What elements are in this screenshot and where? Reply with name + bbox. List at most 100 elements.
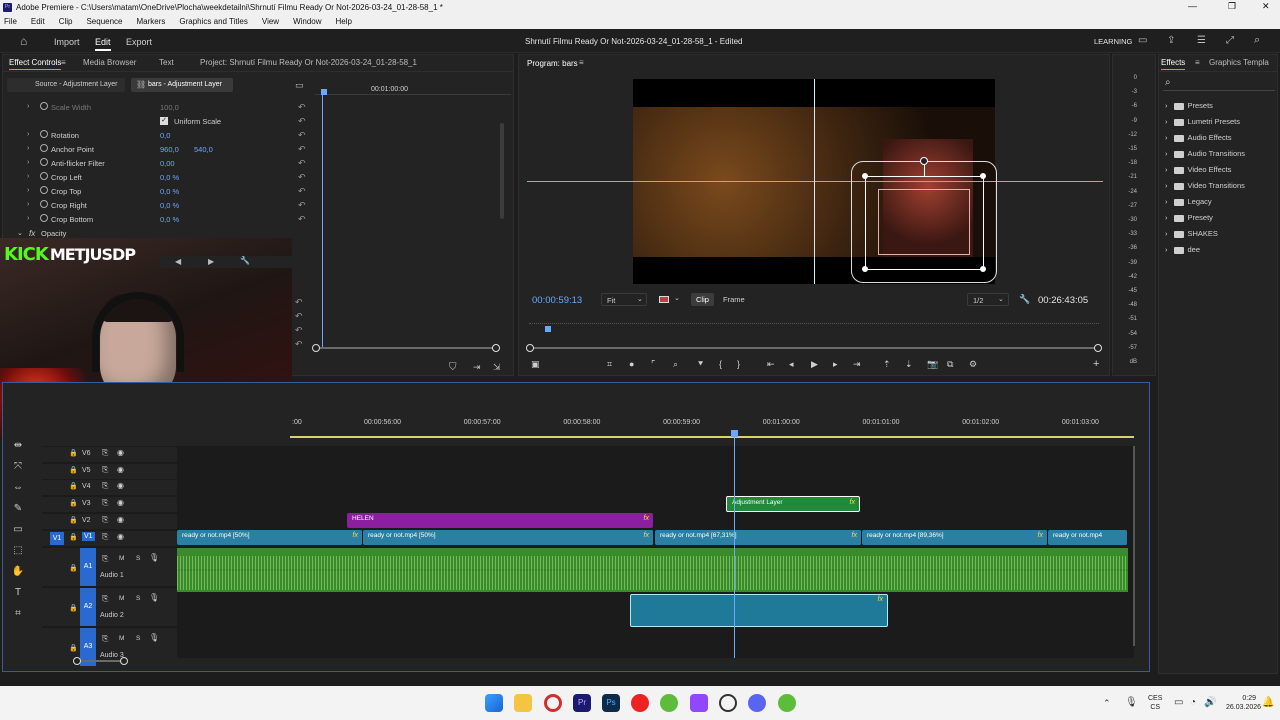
work-area-bar[interactable] [290,436,1134,438]
menu-icon[interactable]: ☰ [1197,35,1206,46]
go-to-out-icon[interactable]: ⇥ [853,359,861,370]
reset-icon[interactable]: ↶ [298,130,306,141]
file-explorer-icon[interactable] [514,694,532,712]
lock-icon[interactable]: 🔒 [69,516,78,524]
menu-item[interactable]: Help [336,17,352,26]
microphone-icon[interactable]: 🎙 [149,553,159,562]
expand-caret[interactable]: › [1165,101,1168,110]
a2-clip[interactable]: fx [630,594,888,627]
sync-icon[interactable]: ⎘ [102,465,108,475]
lock-icon[interactable]: 🔒 [69,466,78,474]
expand-caret[interactable]: › [27,159,29,166]
comparison-view-icon[interactable]: ▣ [531,359,540,370]
audio-track-header[interactable]: 🔒 A1 ⎘ M S 🎙 Audio 1 [42,548,177,586]
panel-icon[interactable]: ▭ [1138,35,1147,46]
marker-add-icon[interactable]: ⌗ [607,359,612,370]
property-value[interactable]: 0,0 % [160,201,179,210]
menu-item[interactable]: Sequence [86,17,122,26]
property-row[interactable]: › Rotation 0,0 ↶ [3,129,313,143]
camera-icon[interactable]: 📷 [927,359,938,370]
property-value[interactable]: 0,0 % [160,215,179,224]
expand-caret[interactable]: › [1165,133,1168,142]
opera-gx-icon[interactable] [544,694,562,712]
expand-caret[interactable]: › [27,103,29,110]
tab-text[interactable]: Text [159,58,174,67]
expand-caret[interactable]: › [1165,229,1168,238]
caption-tool-icon[interactable]: ⌗ [4,603,32,624]
hand-tool-icon[interactable]: ✋ [4,561,32,582]
panel-toggle-icon[interactable]: ▭ [295,80,304,91]
v1-clip[interactable]: ready or not.mp4 [50%] fx [363,530,654,545]
source-selector[interactable]: Source - Adjustment Layer [7,78,125,92]
expand-caret[interactable]: › [27,145,29,152]
stopwatch-icon[interactable] [40,144,48,152]
reset-icon[interactable]: ↶ [295,295,309,309]
mute-button[interactable]: M [119,635,124,642]
audio-track-header[interactable]: 🔒 A2 ⎘ M S 🎙 Audio 2 [42,588,177,626]
export-tab[interactable]: Export [126,37,152,47]
network-icon[interactable]: ◔ [1190,697,1196,708]
volume-icon[interactable]: 🔊 [1204,697,1216,708]
twitch-icon[interactable] [690,694,708,712]
marker-icon[interactable]: ⯆ [697,359,704,370]
discord-icon[interactable] [748,694,766,712]
youtube-icon[interactable] [631,694,649,712]
tab-effect-controls[interactable]: Effect Controls [9,58,62,70]
tab-project[interactable]: Project: Shrnutí Filmu Ready Or Not-2026… [200,58,417,67]
range-handle-right[interactable] [1094,344,1102,352]
filter-icon[interactable]: ⛉ [449,362,457,373]
pen-tool-icon[interactable]: ✎ [4,498,32,519]
solo-button[interactable]: S [136,555,140,562]
close-window-button[interactable]: ✕ [1262,1,1270,12]
panel-menu-icon[interactable]: ≡ [61,58,66,67]
microphone-icon[interactable]: 🎙 [149,633,159,642]
sync-icon[interactable]: ⎘ [102,594,108,604]
sync-icon[interactable]: ⎘ [102,634,108,644]
expand-caret[interactable]: › [27,201,29,208]
stopwatch-icon[interactable] [40,102,48,110]
helen-clip[interactable]: HELEN fx [347,513,653,528]
reset-icon[interactable]: ↶ [295,323,309,337]
stopwatch-icon[interactable] [40,214,48,222]
lock-icon[interactable]: 🔒 [69,499,78,507]
menu-item[interactable]: View [262,17,279,26]
video-track-header[interactable]: 🔒 V5 ⎘ ◉ [42,463,177,479]
clock[interactable]: 0:29 26.03.2026 [1226,694,1261,712]
handle-tl[interactable] [862,173,868,179]
sync-icon[interactable]: ⎘ [102,481,108,491]
step-back-icon[interactable]: ◀ [175,257,181,266]
effects-folder[interactable]: › Audio Transitions [1165,149,1245,163]
microphone-icon[interactable]: 🎙 [149,593,159,602]
solo-button[interactable]: S [136,595,140,602]
lock-icon[interactable]: 🔒 [69,564,78,572]
stopwatch-icon[interactable] [40,200,48,208]
import-tab[interactable]: Import [54,37,80,47]
lock-icon[interactable]: 🔒 [69,604,78,612]
range-handle-right[interactable] [120,657,128,665]
menu-item[interactable]: File [4,17,17,26]
extract-icon[interactable]: ⇣ [905,359,913,370]
property-value[interactable]: 0,0 % [160,173,179,182]
program-timecode[interactable]: 00:00:59:13 [532,295,582,306]
display-icon[interactable]: ▭ [1174,697,1183,708]
track-label[interactable]: V6 [82,448,91,457]
range-handle-left[interactable] [526,344,534,352]
checkbox[interactable]: ✓ [160,117,168,125]
zoom-icon[interactable]: ⌕ [673,359,678,370]
reset-icon[interactable]: ↶ [298,102,306,113]
lock-icon[interactable]: 🔒 [69,533,78,541]
wrench-icon[interactable]: 🔧 [1019,294,1030,305]
play-icon[interactable]: ▶ [208,257,214,266]
effects-search[interactable]: ⌕ [1163,77,1275,91]
expand-caret[interactable]: › [1165,197,1168,206]
v1-clip[interactable]: ready or not.mp4 [1048,530,1128,545]
home-icon[interactable]: ⌂ [20,34,27,48]
source-patch[interactable]: V1 [50,531,64,545]
stopwatch-icon[interactable] [40,186,48,194]
in-point-icon[interactable]: { [719,359,722,369]
property-row[interactable]: › Anchor Point 960,0 540,0 ↶ [3,143,313,157]
go-to-in-icon[interactable]: ⇤ [767,359,775,370]
effects-folder[interactable]: › dee [1165,245,1200,259]
reset-icon[interactable]: ↶ [298,214,306,225]
property-value[interactable]: 0,0 [160,131,170,140]
